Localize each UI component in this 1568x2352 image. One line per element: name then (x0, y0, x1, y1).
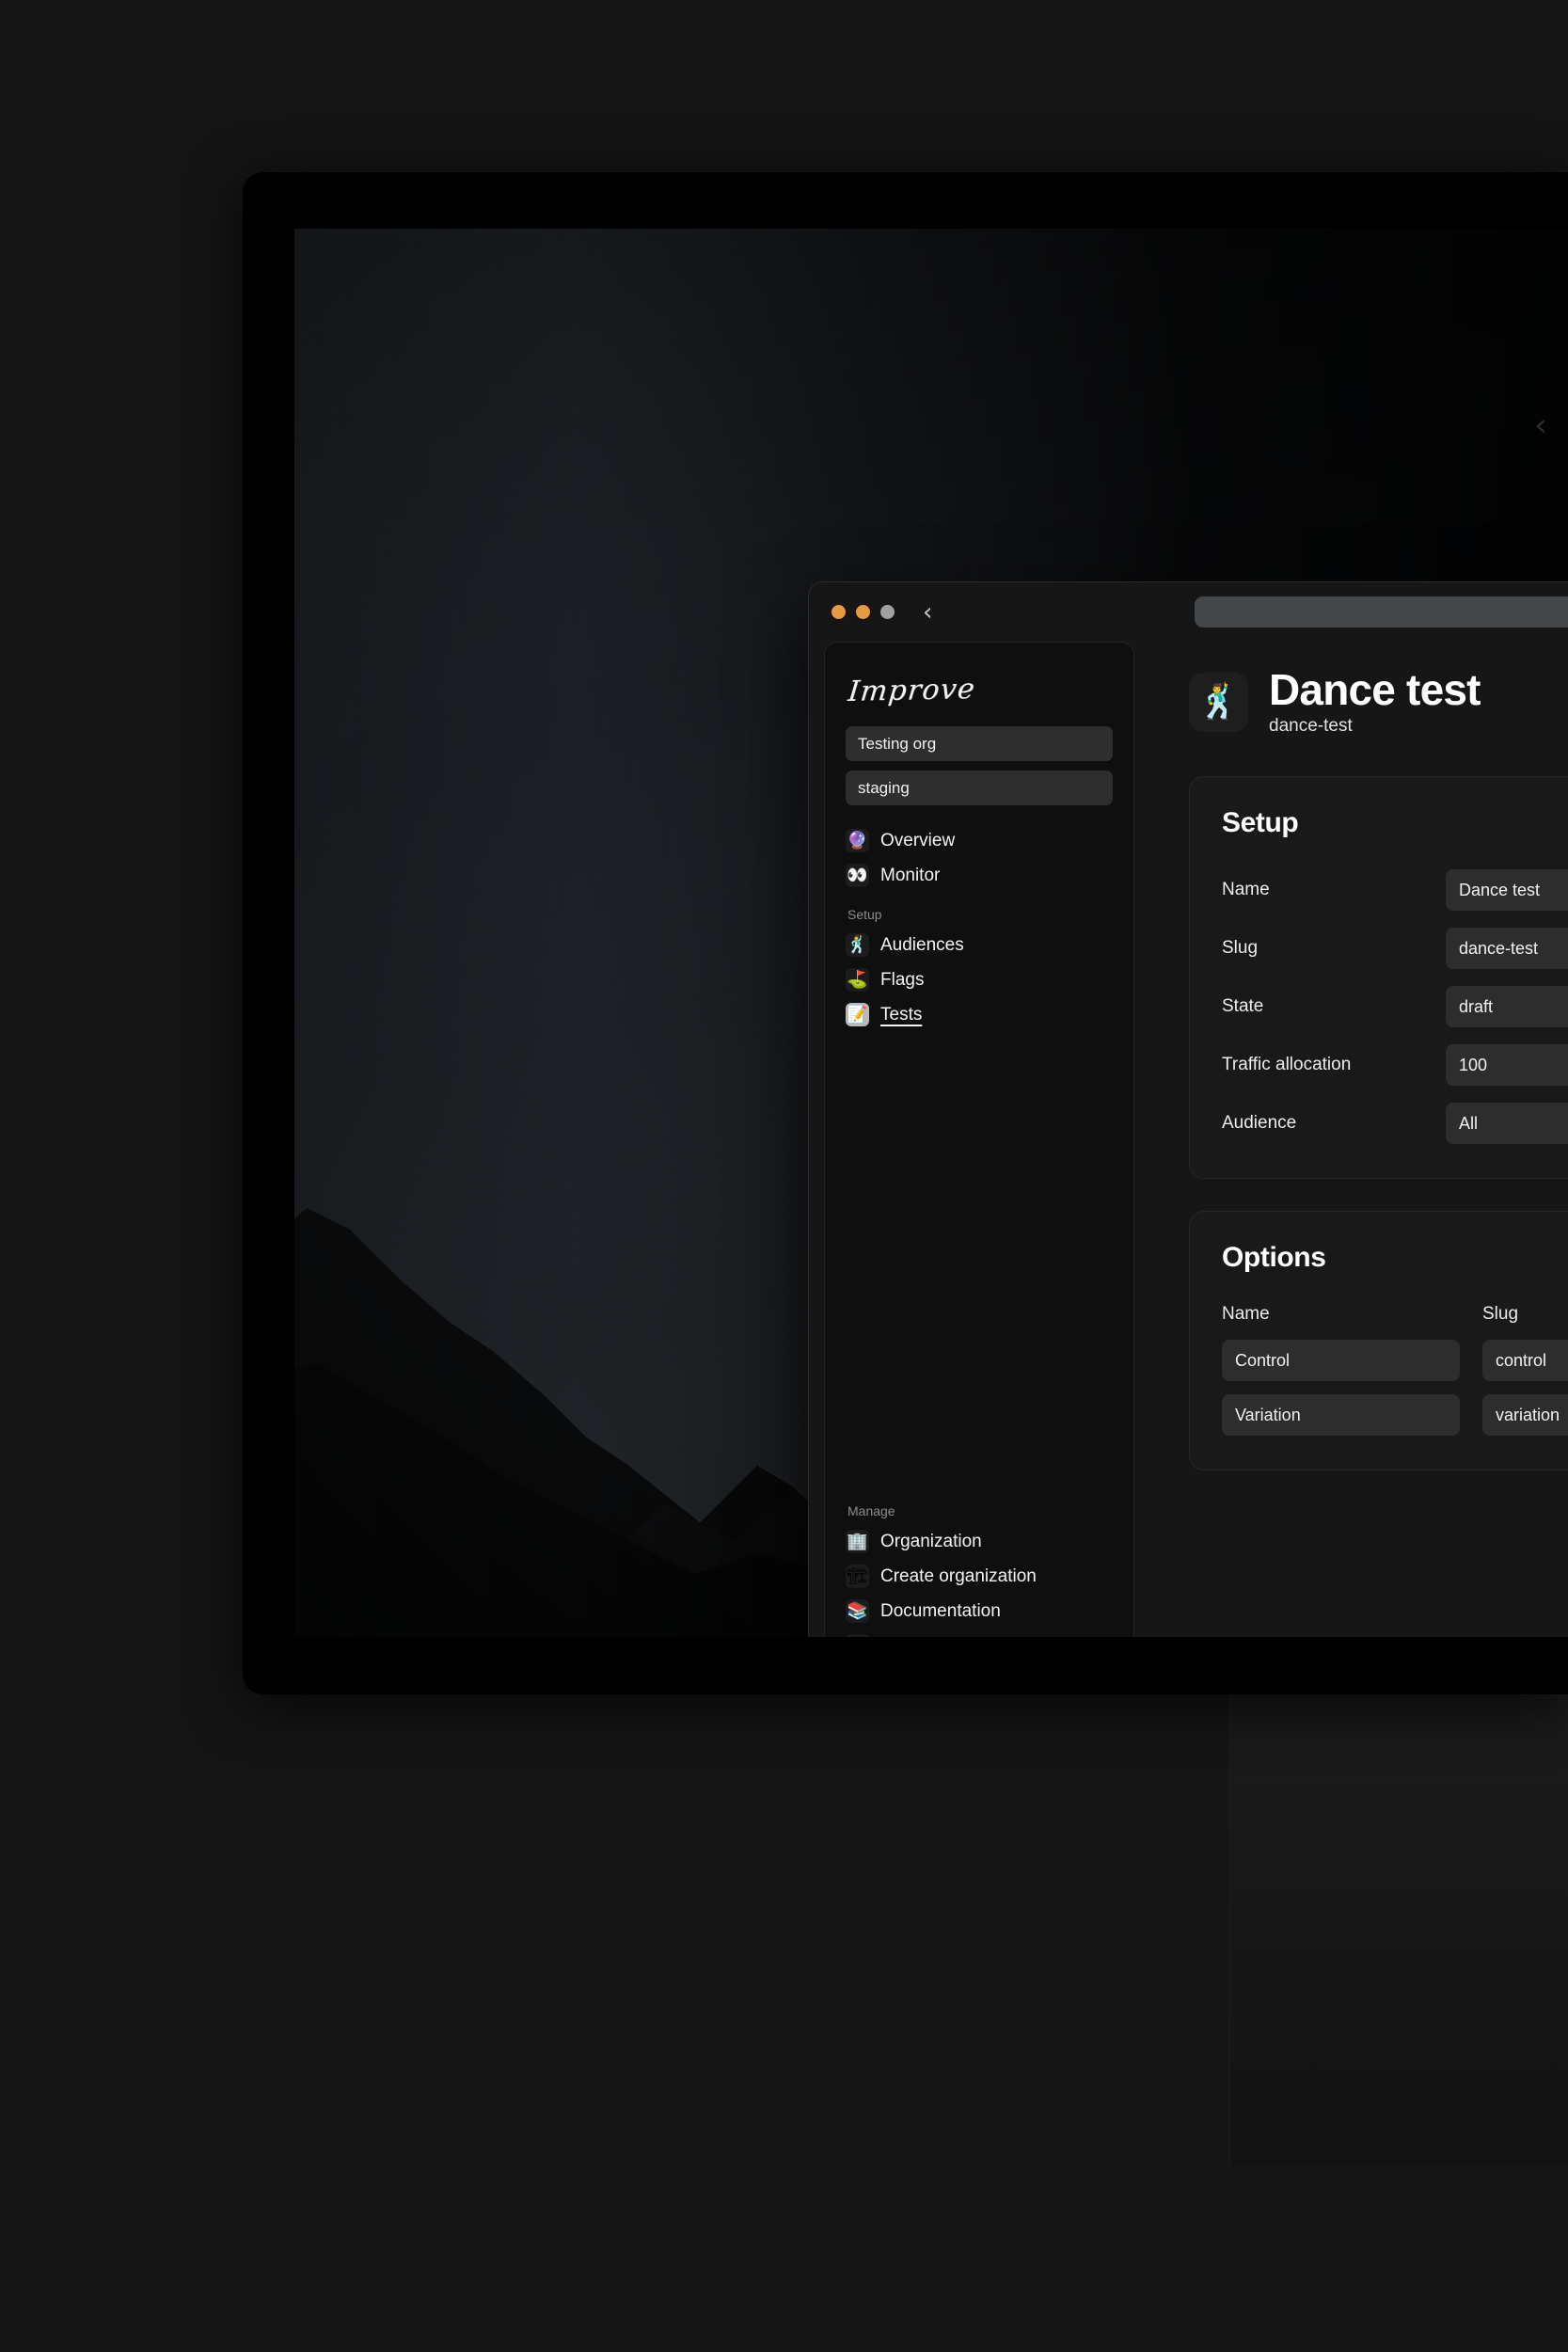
sidebar-item-label: Create organization (880, 1566, 1037, 1587)
slug-input[interactable]: dance-test (1446, 928, 1568, 969)
field-row-traffic-allocation: Traffic allocation 100 (1222, 1044, 1568, 1086)
minimize-button[interactable] (856, 605, 870, 619)
golf-flag-icon: ⛳ (846, 968, 869, 992)
sidebar-item-label: Monitor (880, 866, 940, 886)
page-header-text: Dance test dance-test (1269, 668, 1481, 737)
browser-window: ‹ improve.obelis Improve Testing org sta… (808, 581, 1568, 1637)
primary-nav: 🔮 Overview 👀 Monitor (846, 824, 1113, 894)
sidebar-spacer (846, 1033, 1113, 1490)
page-title: Dance test (1269, 668, 1481, 712)
name-input[interactable]: Dance test (1446, 869, 1568, 911)
traffic-allocation-input[interactable]: 100 (1446, 1044, 1568, 1086)
sidebar-section-setup: Setup (847, 907, 1113, 922)
sidebar-item-organization[interactable]: 🏢 Organization (846, 1525, 1113, 1558)
dancer-icon: 🕺 (1189, 673, 1248, 732)
sidebar-item-create-organization[interactable]: 🏗 Create organization (846, 1560, 1113, 1593)
options-card: Options Name Slug Value Control control … (1189, 1211, 1568, 1470)
sidebar-item-label: Account (880, 1636, 945, 1638)
page-header: 🕺 Dance test dance-test (1189, 668, 1568, 737)
state-select[interactable]: draft (1446, 986, 1568, 1027)
page-subtitle: dance-test (1269, 716, 1481, 737)
sidebar-item-monitor[interactable]: 👀 Monitor (846, 859, 1113, 892)
chevron-left-icon[interactable]: ‹ (1528, 411, 1553, 439)
option-slug-input[interactable]: control (1482, 1340, 1568, 1381)
setup-card: Setup Name Dance test Slug dance-test St… (1189, 776, 1568, 1179)
fist-icon: 🤛 (846, 1634, 869, 1637)
zoom-button[interactable] (880, 605, 895, 619)
field-label: State (1222, 996, 1446, 1017)
sidebar-item-overview[interactable]: 🔮 Overview (846, 824, 1113, 857)
field-label: Audience (1222, 1113, 1446, 1134)
field-label: Name (1222, 880, 1446, 900)
field-label: Slug (1222, 938, 1446, 959)
memo-icon: 📝 (846, 1003, 869, 1026)
field-row-slug: Slug dance-test (1222, 928, 1568, 969)
crystal-ball-icon: 🔮 (846, 829, 869, 852)
sidebar-item-label: Flags (880, 970, 924, 991)
audience-select[interactable]: All (1446, 1103, 1568, 1144)
office-building-icon: 🏢 (846, 1530, 869, 1553)
option-slug-input[interactable]: variation (1482, 1394, 1568, 1436)
construction-icon: 🏗 (846, 1565, 869, 1588)
sidebar: Improve Testing org staging 🔮 Overview 👀… (824, 642, 1134, 1637)
address-bar[interactable]: improve.obelis (1195, 596, 1568, 628)
sidebar-item-flags[interactable]: ⛳ Flags (846, 963, 1113, 996)
option-name-input[interactable]: Control (1222, 1340, 1460, 1381)
column-header-name: Name (1222, 1304, 1460, 1327)
sidebar-item-label: Audiences (880, 935, 964, 956)
field-row-state: State draft (1222, 986, 1568, 1027)
app-body: Improve Testing org staging 🔮 Overview 👀… (809, 642, 1568, 1637)
sidebar-item-label: Organization (880, 1532, 982, 1552)
field-row-audience: Audience All (1222, 1103, 1568, 1144)
environment-selector[interactable]: staging (846, 771, 1113, 805)
sidebar-item-label: Tests (880, 1005, 922, 1025)
options-table: Name Slug Value Control control a Variat… (1222, 1304, 1568, 1436)
monitor-screen: ‹ ‹ improve.obelis (294, 229, 1568, 1637)
dancer-icon: 🕺 (846, 933, 869, 957)
close-button[interactable] (832, 605, 846, 619)
field-row-name: Name Dance test (1222, 869, 1568, 911)
app-logo[interactable]: Improve (847, 670, 1115, 708)
sidebar-item-tests[interactable]: 📝 Tests (846, 998, 1113, 1031)
sidebar-item-audiences[interactable]: 🕺 Audiences (846, 929, 1113, 961)
options-card-title: Options (1222, 1242, 1568, 1274)
sidebar-item-documentation[interactable]: 📚 Documentation (846, 1595, 1113, 1628)
column-header-slug: Slug (1482, 1304, 1568, 1327)
option-name-input[interactable]: Variation (1222, 1394, 1460, 1436)
setup-card-title: Setup (1222, 807, 1568, 839)
sidebar-section-manage: Manage (847, 1503, 1113, 1518)
main-content: 🕺 Dance test dance-test Setup Name Dance… (1155, 642, 1568, 1637)
browser-titlebar: ‹ improve.obelis (809, 582, 1568, 642)
window-controls (832, 605, 895, 619)
organization-selector[interactable]: Testing org (846, 726, 1113, 761)
manage-nav: 🏢 Organization 🏗 Create organization 📚 D… (846, 1525, 1113, 1637)
field-label: Traffic allocation (1222, 1055, 1446, 1075)
sidebar-item-label: Documentation (880, 1601, 1001, 1622)
screenshot-stage: ‹ ‹ improve.obelis (0, 0, 1568, 2352)
sidebar-item-label: Overview (880, 831, 955, 851)
setup-nav: 🕺 Audiences ⛳ Flags 📝 Tests (846, 929, 1113, 1033)
sidebar-item-account[interactable]: 🤛 Account (846, 1629, 1113, 1637)
back-button[interactable]: ‹ (923, 600, 932, 625)
desk-surface-panel (1229, 1693, 1568, 2164)
books-icon: 📚 (846, 1599, 869, 1623)
eyes-icon: 👀 (846, 864, 869, 887)
